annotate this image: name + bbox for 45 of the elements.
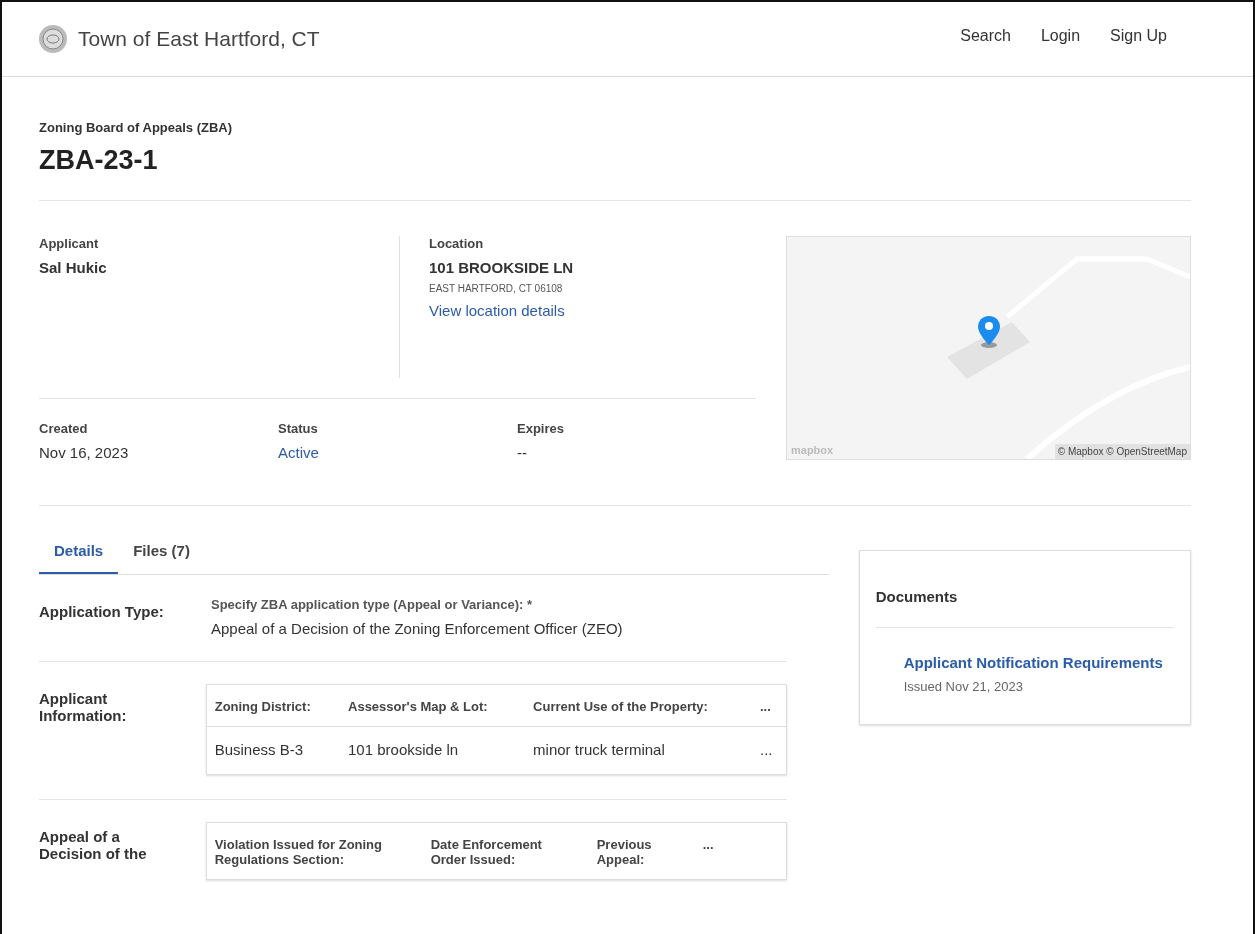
section-label: Appeal of a Decision of the <box>39 827 148 864</box>
fact-label: Status <box>278 421 319 436</box>
map[interactable]: mapbox © Mapbox © OpenStreetMap <box>786 236 1191 460</box>
applicant-name: Sal Hukic <box>39 259 108 276</box>
field-label: Specify ZBA application type (Appeal or Variance): * <box>211 597 533 612</box>
location-details-link[interactable]: View location details <box>429 302 565 319</box>
documents-title: Documents <box>875 551 1174 628</box>
map-pin-icon <box>977 315 1001 349</box>
section-label: Application Type: <box>39 602 165 622</box>
nav-link[interactable]: Sign Up <box>1110 27 1167 45</box>
map-logo: mapbox <box>791 444 834 456</box>
table-cell: ... <box>752 726 787 775</box>
record-category: Zoning Board of Appeals (ZBA) <box>39 120 234 135</box>
document-link[interactable]: Applicant Notification Requirements <box>903 654 1163 671</box>
document-date: Issued Nov 21, 2023 <box>903 679 1024 694</box>
fact-value: -- <box>517 444 528 461</box>
table-cell: minor truck terminal <box>525 726 752 775</box>
table-cell: Business B-3 <box>206 726 340 775</box>
column-header: ... <box>752 684 787 727</box>
fact-value-link[interactable]: Active <box>278 444 517 461</box>
column-header: Previous Appeal: <box>588 822 695 880</box>
tab[interactable]: Details <box>39 528 119 574</box>
column-header: Date Enforcement Order Issued: <box>422 822 589 880</box>
nav-link[interactable]: Login <box>1040 27 1081 45</box>
nav-link[interactable]: Search <box>960 27 1011 45</box>
table-cell: 101 brookside ln <box>340 726 526 775</box>
town-seal-icon <box>38 24 68 54</box>
column-header: Violation Issued for Zoning Regulations Section: <box>206 822 423 880</box>
fact-label: Expires <box>517 421 565 436</box>
tab[interactable]: Files (7) <box>118 528 205 574</box>
column-header: Assessor's Map & Lot: <box>340 684 526 727</box>
map-attribution: © Mapbox © OpenStreetMap <box>1054 444 1190 459</box>
fact-label: Created <box>39 421 89 436</box>
column-header: Current Use of the Property: <box>525 684 752 727</box>
section-label: Applicant Information: <box>39 689 128 726</box>
location-label: Location <box>429 236 485 251</box>
record-number: ZBA-23-1 <box>39 145 159 176</box>
column-header: Zoning District: <box>206 684 340 727</box>
location-city: EAST HARTFORD, CT 06108 <box>429 283 564 294</box>
field-value: Appeal of a Decision of the Zoning Enforcement Officer (ZEO) <box>211 620 623 637</box>
column-header: ... <box>694 822 787 880</box>
site-title[interactable]: Town of East Hartford, CT <box>78 27 320 51</box>
fact-value: Nov 16, 2023 <box>39 444 130 461</box>
applicant-label: Applicant <box>39 236 100 251</box>
location-address: 101 BROOKSIDE LN <box>429 259 575 276</box>
